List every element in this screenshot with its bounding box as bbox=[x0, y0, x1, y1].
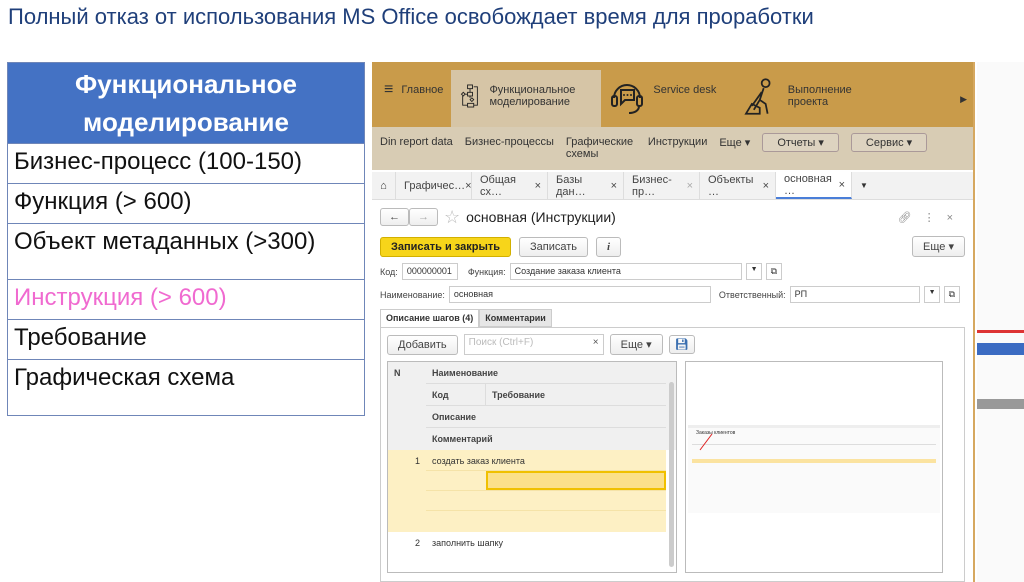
table-row: Объект метаданных (>300) bbox=[8, 223, 364, 279]
tab-comments[interactable]: Комментарии bbox=[479, 309, 552, 327]
close-icon[interactable]: × bbox=[535, 180, 541, 192]
section-functional-modeling[interactable]: Функциональное моделирование bbox=[451, 70, 602, 127]
more-actions-icon[interactable]: ⋮ bbox=[924, 212, 947, 224]
name-label: Наименование: bbox=[380, 289, 445, 300]
background-window-edge bbox=[977, 62, 1024, 582]
nav-graphic-schemes[interactable]: Графические схемы bbox=[566, 136, 636, 160]
save-disk-icon[interactable]: 💾︎ bbox=[668, 335, 695, 354]
info-button[interactable]: i bbox=[596, 236, 622, 257]
code-field[interactable]: 000000001 bbox=[401, 263, 458, 280]
save-button[interactable]: Записать bbox=[519, 236, 589, 257]
nav-din-report[interactable]: Din report data bbox=[380, 136, 453, 148]
col-n: N bbox=[394, 368, 401, 378]
tab[interactable]: Бизнес-пр… × bbox=[624, 172, 700, 199]
steps-grid: N Наименование Код Требование Описание Ко… bbox=[387, 361, 677, 573]
form-title: основная (Инструкции) bbox=[466, 209, 616, 225]
tab[interactable]: Базы дан… × bbox=[548, 172, 624, 199]
close-icon[interactable]: × bbox=[611, 180, 617, 192]
tab-active[interactable]: основная … × bbox=[776, 172, 852, 199]
link-icon[interactable]: 🔗︎ bbox=[898, 212, 924, 224]
home-icon[interactable]: ⌂ bbox=[372, 172, 396, 199]
tabs-dropdown-icon[interactable]: ▼ bbox=[852, 172, 876, 199]
col-code: Код bbox=[426, 384, 486, 405]
scroll-right-icon[interactable]: ▶ bbox=[960, 94, 967, 105]
back-button[interactable]: ← bbox=[380, 208, 409, 226]
menu-icon[interactable]: ≡ bbox=[384, 82, 393, 98]
col-name: Наименование bbox=[426, 362, 666, 384]
more-table-button[interactable]: Еще ▾ bbox=[609, 334, 663, 355]
reports-button[interactable]: Отчеты ▾ bbox=[762, 133, 839, 152]
app-window: ≡ Главное Функциональное моделирование S… bbox=[372, 62, 975, 582]
headset-icon bbox=[611, 84, 644, 114]
object-types-table: Функциональное моделирование Бизнес-проц… bbox=[7, 62, 365, 416]
save-and-close-button[interactable]: Записать и закрыть bbox=[380, 236, 512, 257]
col-description: Описание bbox=[426, 406, 666, 428]
red-arrow-icon bbox=[699, 433, 713, 451]
responsible-dropdown-icon[interactable]: ▼ bbox=[923, 286, 940, 303]
flowchart-icon bbox=[461, 84, 479, 108]
tab[interactable]: Графичес… × bbox=[396, 172, 472, 199]
favorite-star-icon[interactable]: ☆ bbox=[444, 207, 460, 228]
responsible-label: Ответственный: bbox=[718, 289, 786, 300]
service-button[interactable]: Сервис ▾ bbox=[850, 133, 928, 152]
nav-more[interactable]: Еще ▾ bbox=[719, 136, 750, 149]
sections-panel: ≡ Главное Функциональное моделирование S… bbox=[372, 70, 973, 127]
forward-button[interactable]: → bbox=[409, 208, 438, 226]
table-header: Функциональное моделирование bbox=[8, 63, 364, 143]
search-input[interactable]: Поиск (Ctrl+F) × bbox=[463, 334, 604, 355]
nav-instructions[interactable]: Инструкции bbox=[648, 136, 707, 148]
scrollbar[interactable] bbox=[669, 382, 674, 567]
preview-screenshot: Заказы клиентов bbox=[688, 425, 940, 513]
table-row[interactable]: 2 заполнить шапку bbox=[388, 532, 676, 554]
instruction-form: ← → ☆ основная (Инструкции) 🔗︎⋮× Записат… bbox=[372, 200, 973, 582]
close-icon[interactable]: × bbox=[839, 179, 845, 191]
section-commands: Din report data Бизнес-процессы Графичес… bbox=[372, 127, 973, 170]
close-icon[interactable]: × bbox=[465, 180, 471, 192]
name-field[interactable]: основная bbox=[448, 286, 711, 303]
table-row-selected[interactable]: 1 создать заказ клиента bbox=[388, 450, 666, 532]
section-service-desk[interactable]: Service desk bbox=[601, 70, 736, 127]
more-button[interactable]: Еще ▾ bbox=[912, 236, 965, 257]
tab-steps[interactable]: Описание шагов (4) bbox=[380, 309, 480, 327]
col-comment: Комментарий bbox=[432, 434, 493, 444]
function-dropdown-icon[interactable]: ▼ bbox=[745, 263, 762, 280]
nav-business-processes[interactable]: Бизнес-процессы bbox=[465, 136, 554, 148]
tab[interactable]: Объекты … × bbox=[700, 172, 776, 199]
table-row-highlighted: Инструкция (> 600) bbox=[8, 279, 364, 319]
table-row: Бизнес-процесс (100-150) bbox=[8, 143, 364, 183]
close-icon[interactable]: × bbox=[687, 180, 693, 192]
top-strip bbox=[372, 62, 973, 70]
table-row: Графическая схема bbox=[8, 359, 364, 415]
section-project[interactable]: Выполнение проекта bbox=[736, 70, 901, 127]
function-open-icon[interactable]: ⧉ bbox=[765, 263, 782, 280]
tab[interactable]: Общая сх… × bbox=[472, 172, 548, 199]
close-icon[interactable]: × bbox=[763, 180, 769, 192]
close-form-icon[interactable]: × bbox=[947, 212, 965, 224]
function-field[interactable]: Создание заказа клиента bbox=[509, 263, 742, 280]
table-row: Функция (> 600) bbox=[8, 183, 364, 223]
clear-search-icon[interactable]: × bbox=[593, 337, 599, 352]
scheme-preview: Заказы клиентов bbox=[685, 361, 943, 573]
worker-icon bbox=[744, 78, 771, 115]
responsible-open-icon[interactable]: ⧉ bbox=[943, 286, 960, 303]
col-requirement: Требование bbox=[492, 390, 545, 400]
section-main[interactable]: ≡ Главное bbox=[372, 70, 451, 127]
requirement-cell-active[interactable] bbox=[486, 471, 666, 490]
responsible-field[interactable]: РП bbox=[789, 286, 920, 303]
table-row: Требование bbox=[8, 319, 364, 359]
open-tabs: ⌂ Графичес… × Общая сх… × Базы дан… × Бизне… bbox=[372, 172, 973, 200]
slide-title: Полный отказ от использования MS Office … bbox=[8, 4, 814, 29]
function-label: Функция: bbox=[467, 266, 506, 277]
code-label: Код: bbox=[380, 266, 398, 277]
add-button[interactable]: Добавить bbox=[387, 334, 458, 355]
